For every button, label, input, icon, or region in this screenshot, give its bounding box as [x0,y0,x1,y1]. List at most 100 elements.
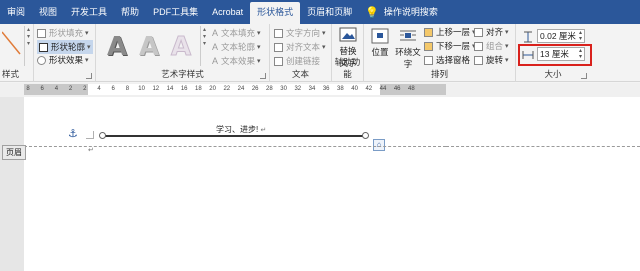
wordart-style-1[interactable]: A [102,26,132,64]
group-text: 文字方向 ▾ 对齐文本 ▾ 创建链接 文本 [270,24,332,82]
tell-me-search[interactable]: 💡 操作说明搜索 [365,0,438,24]
shape-fill-button[interactable]: 形状填充 ▾ [37,27,89,39]
shape-outline-button[interactable]: 形状轮廓 ▾ [37,40,93,54]
ruler-tick: 2 [68,86,73,92]
margin-corner-mark [86,131,94,139]
lightbulb-icon: 💡 [365,6,379,19]
text-fill-icon: A [212,28,219,38]
header-boundary-right [446,146,640,147]
ruler-bar: 8 6 4 2 2 4 6 8 10 12 14 16 18 20 22 24 26 28 30 32 34 36 38 40… [0,83,640,97]
ruler-tick: 40 [351,86,358,92]
ruler-tick: 12 [152,86,160,92]
text-direction-label: 文字方向 [286,28,321,38]
tab-header-footer[interactable]: 页眉和页脚 [300,0,359,24]
shape-fill-label: 形状填充 [49,28,84,38]
align-icon [474,27,483,37]
ruler-tick: 42 [365,86,373,92]
selection-pane-icon [424,55,433,65]
shape-height-value[interactable]: 0.02 厘米 [540,30,576,42]
wordart-gallery-scroll[interactable]: ▴ ▾ ▾ [200,26,208,66]
chevron-down-icon: ▾ [85,30,89,37]
text-effects-icon: A [212,56,219,66]
group-label-size: 大小 [544,69,562,79]
chevron-down-icon: ▾ [322,44,326,51]
line-handle-left[interactable] [99,132,106,139]
document-page[interactable]: ⚓ 学习、进步! ↵ ⌂ ↵ [24,97,446,271]
tab-developer[interactable]: 开发工具 [64,0,114,24]
align-text-button[interactable]: 对齐文本 ▾ [274,41,326,53]
rotate-button[interactable]: 旋转 ▾ [474,54,509,66]
shape-preset-icon[interactable] [2,28,22,58]
preset-scroll[interactable]: ▴ ▾ ▾ [24,26,32,66]
header-boundary [24,146,446,147]
tab-acrobat[interactable]: Acrobat [205,0,250,24]
selection-pane-label: 选择窗格 [436,55,471,65]
wrap-text-label-1: 环绕文 [395,47,421,57]
wordart-letter-1: A [106,32,128,62]
chevron-down-icon: ▾ [87,44,91,51]
pen-icon [39,42,48,52]
align-button[interactable]: 对齐 ▾ [474,26,509,38]
ribbon-tab-bar: 审阅 视图 开发工具 帮助 PDF工具集 Acrobat 形状格式 页眉和页脚 … [0,0,640,24]
wordart-launcher[interactable] [260,73,266,79]
selection-pane-button[interactable]: 选择窗格 [424,54,470,66]
tab-shape-format[interactable]: 形状格式 [250,2,301,24]
group-label-btn: 组合 [486,41,504,51]
group-shape-commands: 形状填充 ▾ 形状轮廓 ▾ 形状效果 ▾ [34,24,96,82]
group-button[interactable]: 组合 ▾ [474,40,509,52]
anchor-icon: ⚓ [68,128,78,140]
layout-options-button[interactable]: ⌂ [373,139,385,151]
tab-pdf-tools[interactable]: PDF工具集 [146,0,205,24]
chevron-down-icon: ▾ [322,30,326,37]
ruler-tick: 30 [280,86,287,92]
height-spinner[interactable]: ▴ ▾ [579,30,582,42]
tab-help[interactable]: 帮助 [114,0,146,24]
ruler-tick: 38 [337,86,344,92]
text-direction-button[interactable]: 文字方向 ▾ [274,27,326,39]
shape-styles-launcher[interactable] [86,73,92,79]
ruler-tick: 8 [26,86,30,92]
effects-icon [37,55,46,65]
rotate-label: 旋转 [486,55,504,65]
text-direction-icon [274,28,283,38]
group-wordart-styles: A A A ▴ ▾ ▾ A 文本填充 ▾ A 文本轮廓 ▾ A 文本效果 ▾ 艺术字样式 [96,24,270,82]
align-label: 对齐 [486,27,504,37]
text-effects-button[interactable]: A 文本效果 ▾ [212,55,261,67]
line-shape[interactable] [104,135,366,137]
ruler-tick: 10 [138,86,145,92]
fill-bucket-icon [37,28,46,38]
bring-forward-icon [424,27,433,37]
group-arrange: 位置 环绕文 字 上移一层▾ 下移一层▾ 选择窗格 对 [364,24,516,82]
send-backward-button[interactable]: 下移一层▾ [424,40,476,52]
line-caption-text: 学习、进步! [216,125,259,134]
ruler-tick: 14 [166,86,174,92]
tab-view[interactable]: 视图 [32,0,64,24]
header-tag[interactable]: 页眉 [2,145,26,160]
group-label-accessibility: 辅助功能 [334,57,361,79]
group-size: 0.02 厘米 ▴ ▾ 13 厘米 ▴ ▾ 大小 [516,24,592,82]
bring-forward-button[interactable]: 上移一层▾ [424,26,476,38]
alt-text-icon [339,27,357,42]
tab-review[interactable]: 审阅 [0,0,32,24]
ruler-tick: 34 [308,86,316,92]
text-fill-button[interactable]: A 文本填充 ▾ [212,27,261,39]
line-handle-right[interactable] [362,132,369,139]
shape-height-field[interactable]: 0.02 厘米 ▴ ▾ [522,29,585,43]
horizontal-ruler[interactable]: 8 6 4 2 2 4 6 8 10 12 14 16 18 20 22 24 26 28 30 32 34 36 38 40… [24,84,446,95]
ruler-tick: 6 [111,86,115,92]
wordart-style-2[interactable]: A [134,26,164,64]
group-accessibility: 替换 文字 辅助功能 [332,24,364,82]
position-button[interactable]: 位置 [368,28,392,58]
wordart-style-3[interactable]: A [166,26,196,64]
create-link-button[interactable]: 创建链接 [274,55,320,67]
text-outline-button[interactable]: A 文本轮廓 ▾ [212,41,261,53]
ruler-tick: 28 [266,86,273,92]
shape-effects-button[interactable]: 形状效果 ▾ [37,54,89,66]
document-area: ⚓ 学习、进步! ↵ ⌂ ↵ 页眉 [0,97,640,271]
text-fill-label: 文本填充 [221,28,256,38]
wrap-text-button[interactable]: 环绕文 字 [394,28,422,70]
size-launcher[interactable] [581,73,587,79]
text-outline-label: 文本轮廓 [221,42,256,52]
align-text-icon [274,42,283,52]
chevron-down-icon: ▾ [505,43,509,50]
